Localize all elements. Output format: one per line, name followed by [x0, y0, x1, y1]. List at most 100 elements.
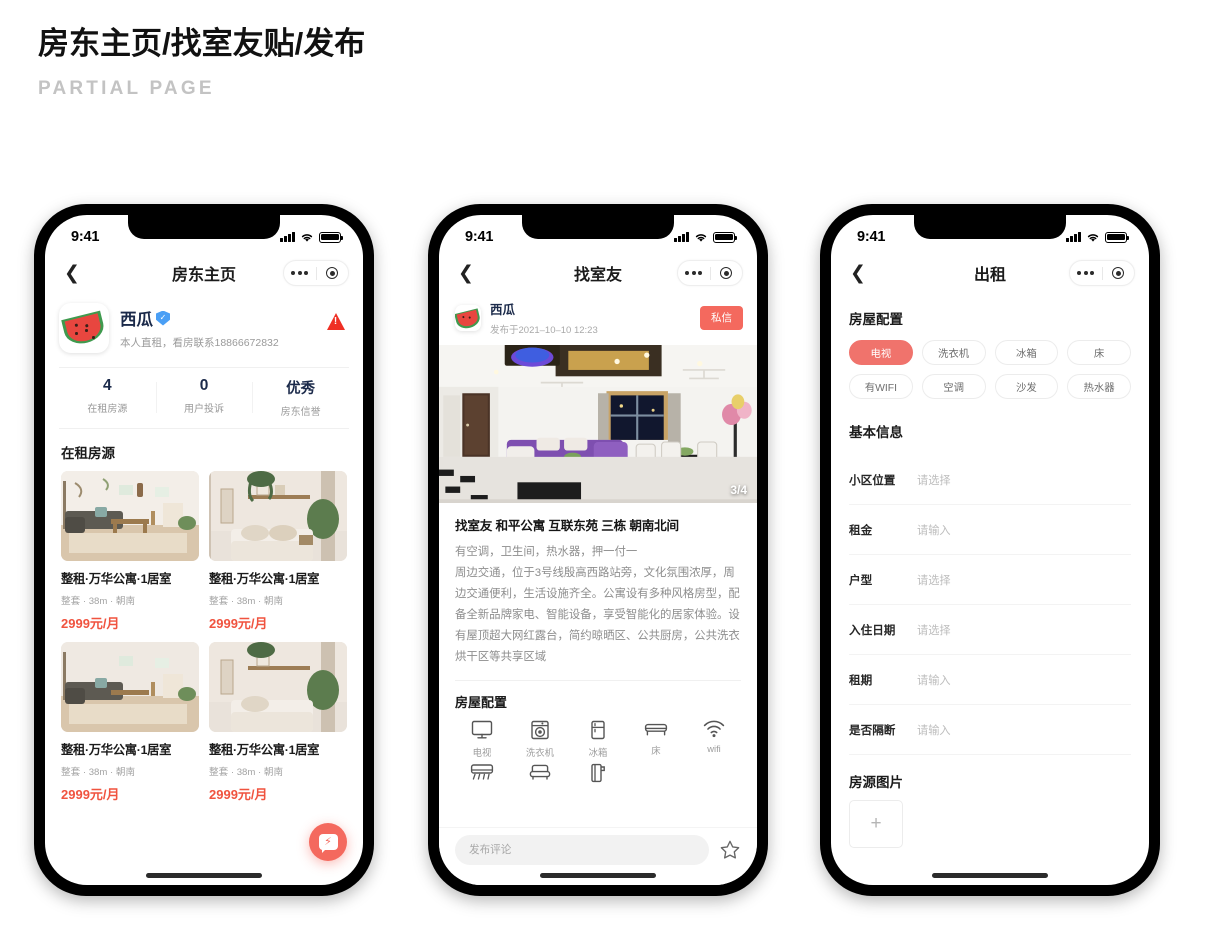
air-conditioner-icon [470, 764, 494, 780]
amenity-water-heater [569, 763, 627, 788]
amenity-bed: 床 [627, 720, 685, 759]
verified-shield-icon [156, 310, 170, 326]
field-placeholder: 请输入 [917, 524, 951, 537]
chip-heater[interactable]: 热水器 [1067, 374, 1131, 399]
wifi-icon [1087, 233, 1099, 242]
device-notch [522, 215, 674, 239]
stat-value: 优秀 [286, 381, 316, 397]
field-rent[interactable]: 租金 请输入 [849, 505, 1131, 555]
back-button[interactable]: ❮ [847, 262, 869, 284]
target-circle-icon[interactable] [1102, 267, 1134, 279]
device-notch [128, 215, 280, 239]
chip-tv[interactable]: 电视 [849, 340, 913, 365]
stat-label: 房东信誉 [280, 407, 321, 418]
page-heading: 房东主页/找室友贴/发布 PARTIAL PAGE [36, 24, 366, 100]
bedroom-photo [209, 471, 347, 561]
field-placeholder: 请选择 [917, 574, 951, 587]
sofa-icon [529, 764, 551, 780]
chip-aircon[interactable]: 空调 [921, 374, 986, 399]
field-community-location[interactable]: 小区位置 请选择 [849, 455, 1131, 505]
field-lease-term[interactable]: 租期 请输入 [849, 655, 1131, 705]
field-placeholder: 请输入 [917, 724, 951, 737]
section-title-images: 房源图片 [849, 775, 903, 790]
amenity-fridge: 冰箱 [569, 720, 627, 759]
listing-title: 整租·万华公寓·1居室 [209, 743, 320, 757]
living-room-photo [61, 642, 199, 732]
stat-item: 4 在租房源 [59, 377, 156, 418]
section-title-basic: 基本信息 [849, 425, 903, 440]
listing-grid: 整租·万华公寓·1居室 整套 · 38m · 朝南 2999元/月 整租·万华公… [45, 471, 363, 803]
back-button[interactable]: ❮ [61, 262, 83, 284]
listing-title: 整租·万华公寓·1居室 [61, 572, 172, 586]
warning-triangle-icon[interactable] [327, 313, 345, 330]
more-dots-icon[interactable] [1070, 271, 1102, 275]
comment-input[interactable] [455, 834, 709, 865]
bed-icon [644, 723, 668, 736]
target-circle-icon[interactable] [316, 267, 348, 279]
stat-label: 用户投诉 [184, 404, 224, 415]
host-stats-row: 4 在租房源 0 用户投诉 优秀 房东信誉 [59, 367, 349, 429]
star-outline-icon[interactable] [719, 839, 741, 861]
wifi-icon [301, 233, 313, 242]
more-dots-icon[interactable] [678, 271, 710, 275]
add-photo-button[interactable]: + [849, 800, 903, 848]
more-dots-icon[interactable] [284, 271, 316, 275]
amenity-aircon [453, 763, 511, 788]
field-placeholder: 请选择 [917, 624, 951, 637]
wifi-icon [695, 233, 707, 242]
phone-mockup-publish-form: 9:41 ❮ 出租 房屋配置 电视 洗衣机 冰箱 床 有WIFI 空调 沙发 热… [820, 204, 1160, 896]
field-label: 户型 [849, 573, 873, 587]
amenity-tv: 电视 [453, 720, 511, 759]
nav-bar: ❮ 出租 [831, 253, 1149, 293]
miniprogram-capsule[interactable] [677, 260, 743, 286]
amenity-washer: 洗衣机 [511, 720, 569, 759]
chip-washer[interactable]: 洗衣机 [921, 340, 986, 365]
poster-name: 西瓜 [490, 303, 516, 317]
stat-value: 0 [199, 377, 209, 394]
chip-wifi[interactable]: 有WIFI [849, 374, 913, 399]
home-indicator [932, 873, 1048, 878]
stat-item: 0 用户投诉 [155, 377, 253, 418]
phone-mockup-landlord-home: 9:41 ❮ 房东主页 西瓜 ✓ 本人直租，看房联系18866672832 ! … [34, 204, 374, 896]
listing-price: 2999元/月 [61, 787, 120, 802]
amenity-label: wifi [707, 743, 721, 754]
chat-bolt-icon: ⚡ [318, 834, 338, 853]
chip-bed[interactable]: 床 [1067, 340, 1131, 365]
private-message-button[interactable]: 私信 [700, 305, 743, 330]
wifi-icon [703, 720, 725, 738]
host-card[interactable]: 西瓜 本人直租，看房联系18866672832 [45, 293, 363, 367]
status-time: 9:41 [465, 229, 494, 245]
post-content: 找室友 和平公寓 互联东苑 三栋 朝南北间 有空调，卫生间，热水器，押一付一 周… [439, 503, 757, 668]
listing-card[interactable]: 整租·万华公寓·1居室 整套 · 38m · 朝南 2999元/月 [61, 642, 199, 803]
listing-card[interactable]: 整租·万华公寓·1居室 整套 · 38m · 朝南 2999元/月 [209, 642, 347, 803]
field-layout[interactable]: 户型 请选择 [849, 555, 1131, 605]
page-title-text: 房东主页/找室友贴/发布 [38, 26, 366, 61]
chip-sofa[interactable]: 沙发 [994, 374, 1059, 399]
publish-form-body: 房屋配置 电视 洗衣机 冰箱 床 有WIFI 空调 沙发 热水器 基本信息 小区… [831, 293, 1149, 885]
chip-fridge[interactable]: 冰箱 [994, 340, 1059, 365]
back-button[interactable]: ❮ [455, 262, 477, 284]
plus-icon: + [870, 813, 882, 834]
signal-bars-icon [1066, 232, 1081, 242]
refrigerator-icon [591, 720, 605, 740]
listing-card[interactable]: 整租·万华公寓·1居室 整套 · 38m · 朝南 2999元/月 [209, 471, 347, 632]
washing-machine-icon [531, 720, 549, 740]
listing-card[interactable]: 整租·万华公寓·1居室 整套 · 38m · 朝南 2999元/月 [61, 471, 199, 632]
post-title: 找室友 和平公寓 互联东苑 三栋 朝南北间 [455, 519, 679, 533]
field-partition[interactable]: 是否隔断 请输入 [849, 705, 1131, 755]
apartment-living-room-photo[interactable]: 3/4 [439, 345, 757, 503]
quick-chat-fab[interactable]: ⚡ [309, 823, 347, 861]
target-circle-icon[interactable] [710, 267, 742, 279]
amenity-wifi: wifi [685, 720, 743, 759]
poster-row[interactable]: 西瓜 发布于2021–10–10 12:23 私信 [439, 293, 757, 345]
water-heater-icon [591, 763, 605, 783]
listing-title: 整租·万华公寓·1居室 [61, 743, 172, 757]
miniprogram-capsule[interactable] [1069, 260, 1135, 286]
listing-meta: 整套 · 38m · 朝南 [61, 767, 136, 778]
field-movein-date[interactable]: 入住日期 请选择 [849, 605, 1131, 655]
field-label: 小区位置 [849, 473, 896, 487]
listing-price: 2999元/月 [209, 787, 268, 802]
battery-icon [713, 231, 738, 243]
basic-info-form: 小区位置 请选择 租金 请输入 户型 请选择 入住日期 请选择 租期 请输入 是… [831, 449, 1149, 755]
miniprogram-capsule[interactable] [283, 260, 349, 286]
